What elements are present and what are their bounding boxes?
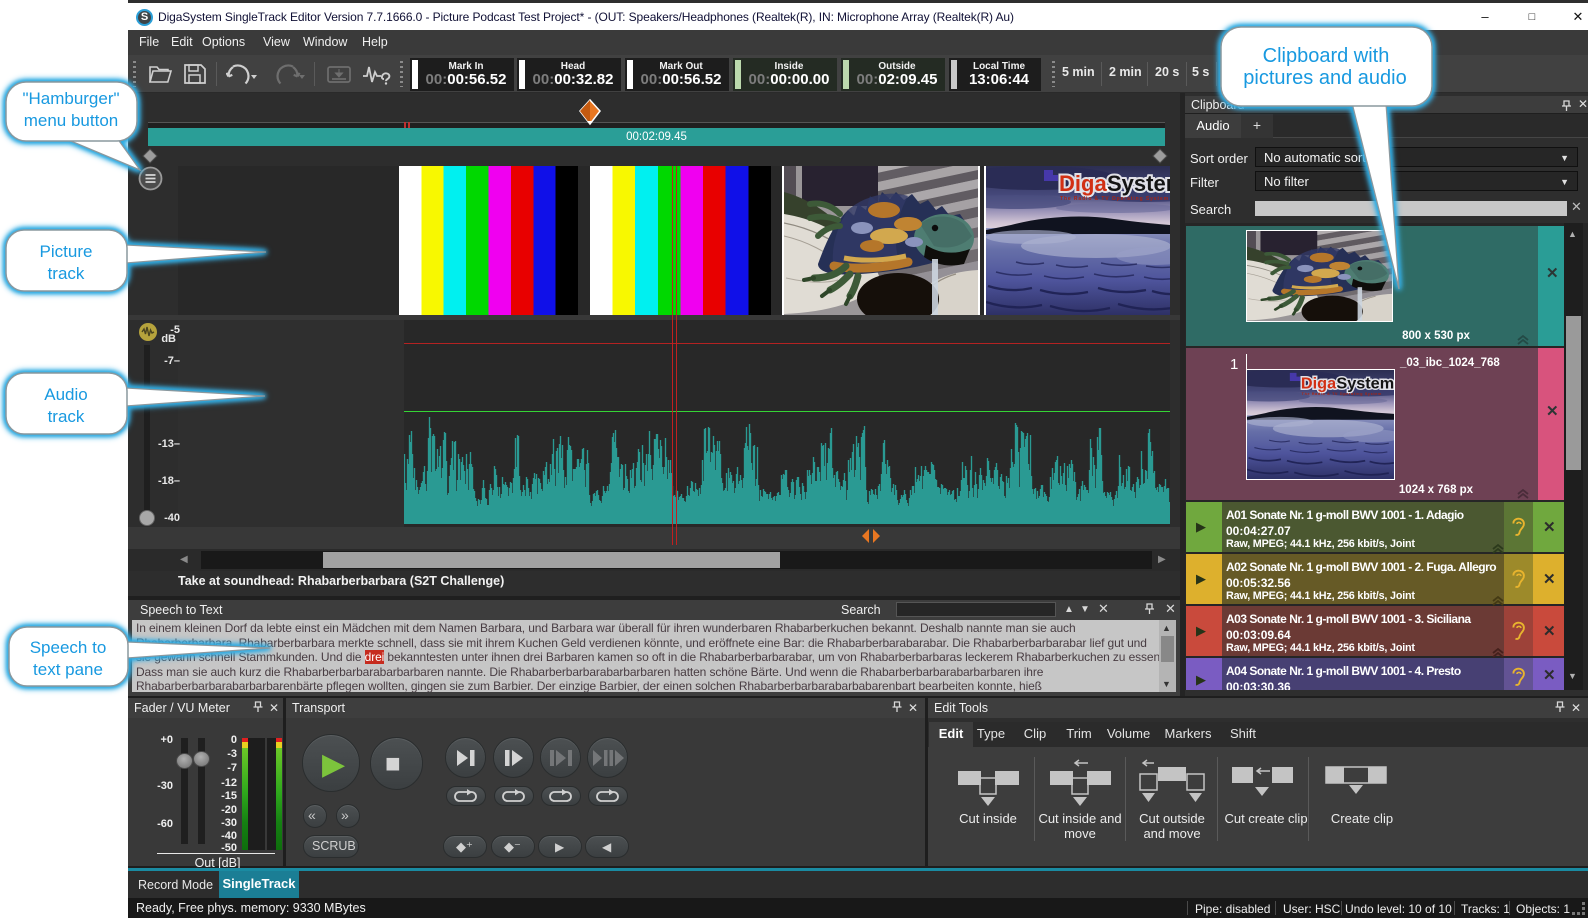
svg-text:track: track [48, 407, 85, 426]
svg-text:Clipboard with: Clipboard with [1263, 45, 1390, 67]
svg-text:Picture: Picture [40, 242, 93, 261]
svg-text:pictures and audio: pictures and audio [1243, 67, 1406, 89]
svg-text:"Hamburger": "Hamburger" [22, 89, 119, 108]
svg-text:Diga: Diga [1059, 171, 1107, 196]
svg-text:track: track [48, 264, 85, 283]
svg-text:The Radio & TV Operating Syste: The Radio & TV Operating System [1060, 196, 1169, 202]
svg-text:text pane: text pane [33, 660, 103, 679]
svg-text:menu button: menu button [24, 111, 119, 130]
svg-text:Audio: Audio [44, 385, 87, 404]
svg-text:Speech to: Speech to [30, 638, 107, 657]
svg-text:System.: System. [1107, 171, 1170, 196]
